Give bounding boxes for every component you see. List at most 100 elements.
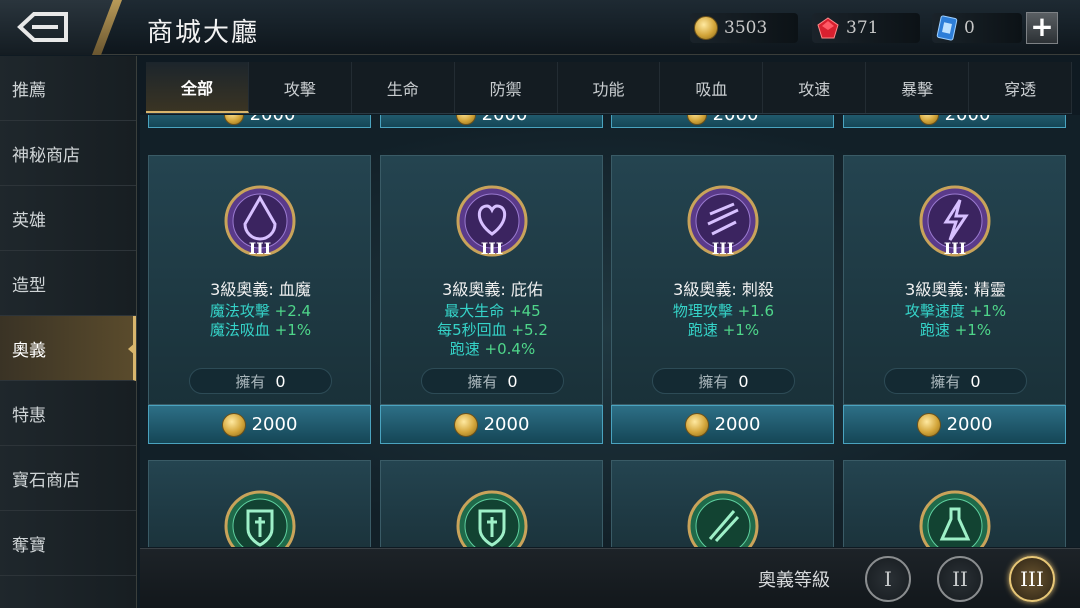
gold-coin-icon [918, 115, 939, 125]
tab-penetration[interactable]: 穿透 [969, 62, 1073, 113]
gold-balance: 3503 [690, 13, 798, 43]
card-title: 3級奧義: 庇佑 [442, 280, 543, 299]
gold-coin-icon [453, 412, 478, 437]
sidebar-item-label: 推薦 [12, 80, 46, 101]
arcana-grid: 2000 2000 2000 2000 III 3級奧義: 血魔 魔法攻擊 +2… [140, 115, 1080, 547]
red-gem-icon [817, 17, 839, 39]
page-title: 商城大廳 [147, 18, 260, 48]
gold-coin-icon [223, 115, 244, 125]
owned-count-pill: 擁有 0 [189, 368, 332, 394]
arcana-card-spirit[interactable]: III 3級奧義: 精靈 攻擊速度 +1% 跑速 +1% 擁有 0 [843, 155, 1066, 405]
gold-coin-icon [916, 412, 941, 437]
sidebar-item-recommended[interactable]: 推薦 [0, 56, 136, 121]
card-title: 3級奧義: 刺殺 [673, 280, 774, 299]
category-tabs: 全部 攻擊 生命 防禦 功能 吸血 攻速 暴擊 穿透 [146, 62, 1073, 114]
price-value: 2000 [251, 414, 298, 435]
arcana-card-assassinate[interactable]: III 3級奧義: 刺殺 物理攻擊 +1.6 跑速 +1% 擁有 0 [611, 155, 834, 405]
price-button[interactable]: 2000 [611, 115, 834, 128]
price-value: 2000 [482, 115, 528, 125]
sidebar-item-skins[interactable]: 造型 [0, 251, 136, 316]
sidebar-item-arcana[interactable]: 奧義 [0, 316, 136, 381]
arcana-card-partial[interactable] [380, 460, 603, 547]
gold-coin-icon [684, 412, 709, 437]
gold-coin-icon [221, 412, 246, 437]
price-value: 2000 [945, 115, 991, 125]
sidebar: 推薦 神秘商店 英雄 造型 奧義 特惠 寶石商店 奪寶 [0, 56, 137, 608]
card-title: 3級奧義: 精靈 [905, 280, 1006, 299]
sidebar-item-label: 造型 [12, 275, 46, 296]
purple-slash-emblem-icon: III [687, 185, 759, 258]
level-iii-button[interactable]: III [1009, 556, 1055, 602]
price-button[interactable]: 2000 [148, 115, 371, 128]
price-value: 2000 [483, 414, 530, 435]
add-currency-button[interactable]: + [1026, 12, 1058, 44]
price-value: 2000 [250, 115, 296, 125]
sidebar-item-label: 特惠 [12, 405, 46, 426]
tab-critical[interactable]: 暴擊 [866, 62, 970, 113]
level-i-button[interactable]: I [865, 556, 911, 602]
price-button[interactable]: 2000 [611, 405, 834, 444]
gold-coin-icon [686, 115, 707, 125]
green-sword-shield-icon [456, 490, 528, 547]
sidebar-item-label: 神秘商店 [12, 145, 80, 166]
back-arrow-icon [17, 12, 68, 42]
purple-drop-emblem-icon: III [224, 185, 296, 258]
tab-lifesteal[interactable]: 吸血 [660, 62, 764, 113]
sidebar-item-mystery-shop[interactable]: 神秘商店 [0, 121, 136, 186]
voucher-icon [936, 15, 958, 41]
stat-line: 物理攻擊 +1.6 [672, 302, 775, 320]
gold-coin-icon [694, 16, 718, 40]
tab-defense[interactable]: 防禦 [455, 62, 558, 113]
stat-line: 跑速 +1% [919, 321, 992, 339]
stat-line: 跑速 +0.4% [449, 340, 536, 358]
tab-all[interactable]: 全部 [146, 62, 249, 113]
stat-line: 最大生命 +45 [444, 302, 541, 320]
sidebar-item-heroes[interactable]: 英雄 [0, 186, 136, 251]
green-sword-shield-icon [224, 490, 296, 547]
voucher-balance: 0 [932, 13, 1022, 43]
arcana-card-blood-demon[interactable]: III 3級奧義: 血魔 魔法攻擊 +2.4 魔法吸血 +1% 擁有 0 [148, 155, 371, 405]
stat-line: 攻擊速度 +1% [904, 302, 1007, 320]
gem-balance: 371 [812, 13, 920, 43]
green-flask-icon [919, 490, 991, 547]
level-filter-label: 奧義等級 [758, 570, 830, 591]
arcana-card-partial[interactable] [148, 460, 371, 547]
stat-line: 跑速 +1% [687, 321, 760, 339]
purple-lightning-emblem-icon: III [919, 185, 991, 258]
price-button[interactable]: 2000 [148, 405, 371, 444]
sidebar-item-gem-shop[interactable]: 寶石商店 [0, 446, 136, 511]
sidebar-item-label: 英雄 [12, 210, 46, 231]
svg-text:III: III [712, 239, 734, 258]
price-value: 2000 [946, 414, 993, 435]
arcana-card-blessing[interactable]: III 3級奧義: 庇佑 最大生命 +45 每5秒回血 +5.2 跑速 +0.4… [380, 155, 603, 405]
voucher-value: 0 [964, 18, 975, 38]
stat-line: 魔法攻擊 +2.4 [209, 302, 312, 320]
level-filter-bar: 奧義等級 I II III [140, 548, 1080, 608]
owned-count-pill: 擁有 0 [884, 368, 1027, 394]
price-value: 2000 [714, 414, 761, 435]
price-value: 2000 [713, 115, 759, 125]
tab-health[interactable]: 生命 [352, 62, 455, 113]
gem-value: 371 [846, 18, 879, 38]
svg-text:III: III [249, 239, 271, 258]
card-title: 3級奧義: 血魔 [210, 280, 311, 299]
arcana-card-partial[interactable] [611, 460, 834, 547]
sidebar-item-specials[interactable]: 特惠 [0, 381, 136, 446]
price-button[interactable]: 2000 [380, 115, 603, 128]
sidebar-item-label: 奧義 [12, 340, 46, 361]
sidebar-item-label: 奪寶 [12, 535, 46, 556]
tab-attack[interactable]: 攻擊 [249, 62, 352, 113]
gold-coin-icon [455, 115, 476, 125]
price-button[interactable]: 2000 [843, 405, 1066, 444]
owned-count-pill: 擁有 0 [421, 368, 564, 394]
purple-heart-emblem-icon: III [456, 185, 528, 258]
tab-utility[interactable]: 功能 [558, 62, 661, 113]
tab-attack-speed[interactable]: 攻速 [763, 62, 867, 113]
price-button[interactable]: 2000 [843, 115, 1066, 128]
top-header: 商城大廳 3503 371 0 + [0, 0, 1080, 55]
price-button[interactable]: 2000 [380, 405, 603, 444]
level-ii-button[interactable]: II [937, 556, 983, 602]
plus-icon: + [1030, 10, 1054, 43]
arcana-card-partial[interactable] [843, 460, 1066, 547]
sidebar-item-treasure[interactable]: 奪寶 [0, 511, 136, 576]
